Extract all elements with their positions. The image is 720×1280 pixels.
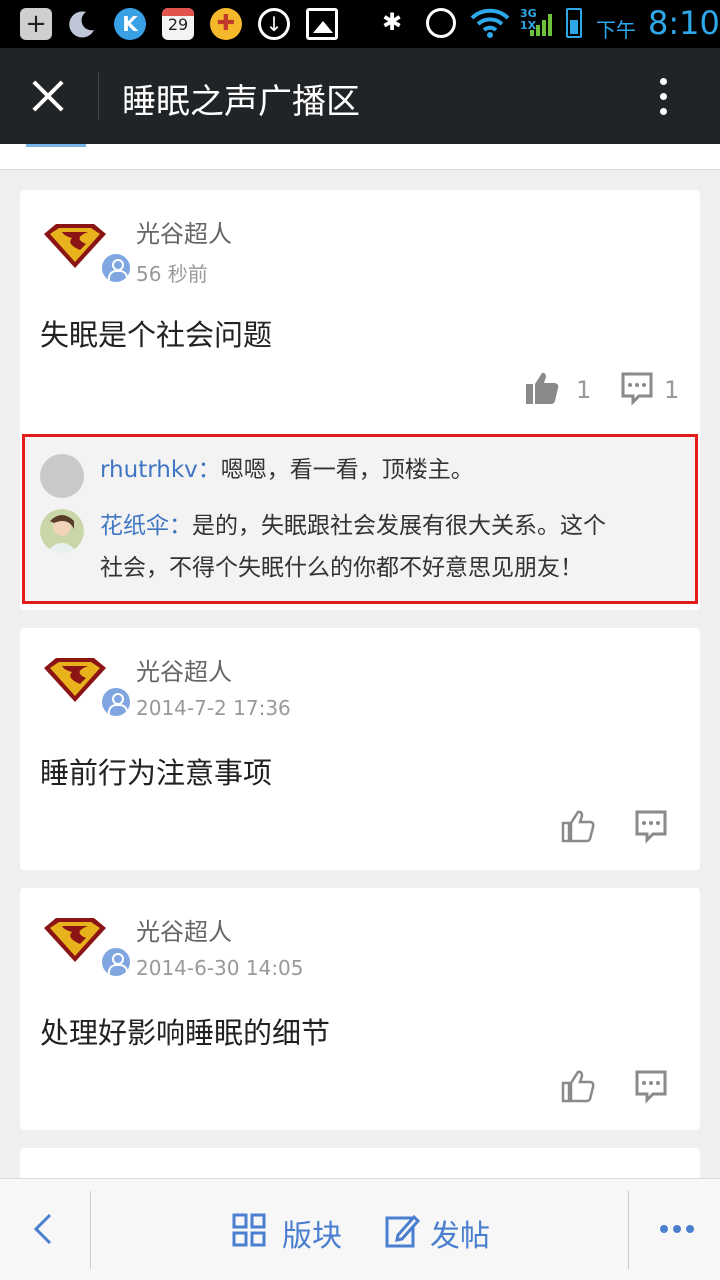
tab-indicator xyxy=(26,144,86,147)
alarm-icon xyxy=(426,8,456,38)
avatar[interactable] xyxy=(40,216,132,286)
edit-icon[interactable] xyxy=(384,1213,420,1249)
toolbar-divider xyxy=(90,1191,91,1269)
blocks-button[interactable]: 版块 xyxy=(282,1211,342,1255)
calendar-icon: 29 xyxy=(162,8,194,40)
post-time: 2014-6-30 14:05 xyxy=(136,956,304,980)
wifi-icon xyxy=(470,8,510,47)
thumbs-up-icon[interactable] xyxy=(560,1068,596,1104)
post-card[interactable]: 光谷超人 2014-7-2 17:36 睡前行为注意事项 xyxy=(20,628,700,870)
header-divider xyxy=(98,72,99,120)
moon-icon xyxy=(66,8,98,40)
post-card[interactable]: 光谷超人 2014-6-30 14:05 处理好影响睡眠的细节 xyxy=(20,888,700,1130)
avatar[interactable] xyxy=(40,650,132,720)
superman-logo xyxy=(44,658,106,702)
post-author[interactable]: 光谷超人 xyxy=(136,912,232,947)
ampm-label: 下午 xyxy=(596,18,636,42)
superman-logo xyxy=(44,918,106,962)
user-badge-icon xyxy=(100,946,132,978)
like-count: 1 xyxy=(576,376,592,404)
post-time: 56 秒前 xyxy=(136,262,208,286)
reply-avatar[interactable] xyxy=(40,509,84,553)
reply-content: 是的，失眠跟社会发展有很大关系。这个 xyxy=(192,513,606,539)
close-icon[interactable] xyxy=(22,70,74,122)
battery-icon xyxy=(566,8,582,38)
reply-item: 花纸伞：是的，失眠跟社会发展有很大关系。这个 xyxy=(100,505,690,547)
reply-author[interactable]: 花纸伞： xyxy=(100,513,192,539)
comment-count: 1 xyxy=(664,376,680,404)
thumbs-up-icon[interactable] xyxy=(524,370,560,406)
user-badge-icon xyxy=(100,252,132,284)
superman-logo xyxy=(44,224,106,268)
status-bar: + K 29 ✚ ↓ ✱ 3G 1X 下午 8:10 xyxy=(0,0,720,48)
tab-strip xyxy=(0,144,720,170)
user-badge-icon xyxy=(100,686,132,718)
grid-icon[interactable] xyxy=(232,1213,266,1247)
new-post-button[interactable]: 发帖 xyxy=(430,1211,490,1255)
bluetooth-icon: ✱ xyxy=(382,8,403,36)
post-time: 2014-7-2 17:36 xyxy=(136,696,291,720)
bottom-toolbar: 版块 发帖 xyxy=(0,1178,720,1280)
post-title[interactable]: 处理好影响睡眠的细节 xyxy=(40,1010,330,1052)
page-title: 睡眠之声广播区 xyxy=(122,82,360,122)
reply-item: rhutrhkv：嗯嗯，看一看，顶楼主。 xyxy=(100,449,474,491)
reply-avatar[interactable] xyxy=(40,454,84,498)
back-arrow-icon[interactable] xyxy=(30,1211,56,1247)
image-icon xyxy=(306,8,338,40)
app-badge-icon: ✚ xyxy=(210,8,242,40)
post-author[interactable]: 光谷超人 xyxy=(136,214,232,249)
toolbar-divider xyxy=(628,1191,629,1269)
avatar[interactable] xyxy=(40,910,132,980)
comment-icon[interactable] xyxy=(634,1068,668,1104)
more-vertical-icon[interactable] xyxy=(644,72,684,120)
post-title[interactable]: 失眠是个社会问题 xyxy=(40,312,272,354)
post-author[interactable]: 光谷超人 xyxy=(136,652,232,687)
add-notification-icon: + xyxy=(20,8,52,40)
reply-list: rhutrhkv：嗯嗯，看一看，顶楼主。 花纸伞：是的，失眠跟社会发展有很大关系… xyxy=(22,434,698,604)
reply-content-continued: 社会，不得个失眠什么的你都不好意思见朋友！ xyxy=(100,555,583,581)
reply-content: 嗯嗯，看一看，顶楼主。 xyxy=(220,457,474,483)
comment-icon[interactable] xyxy=(634,808,668,844)
thumbs-up-icon[interactable] xyxy=(560,808,596,844)
comment-icon[interactable] xyxy=(620,370,654,406)
clock-time: 8:10 xyxy=(648,4,720,42)
app-header: 睡眠之声广播区 xyxy=(0,48,720,144)
reply-author[interactable]: rhutrhkv： xyxy=(100,457,221,483)
k-app-icon: K xyxy=(114,8,146,40)
signal-icon xyxy=(530,14,554,36)
download-icon: ↓ xyxy=(258,8,290,40)
post-title[interactable]: 睡前行为注意事项 xyxy=(40,750,272,792)
